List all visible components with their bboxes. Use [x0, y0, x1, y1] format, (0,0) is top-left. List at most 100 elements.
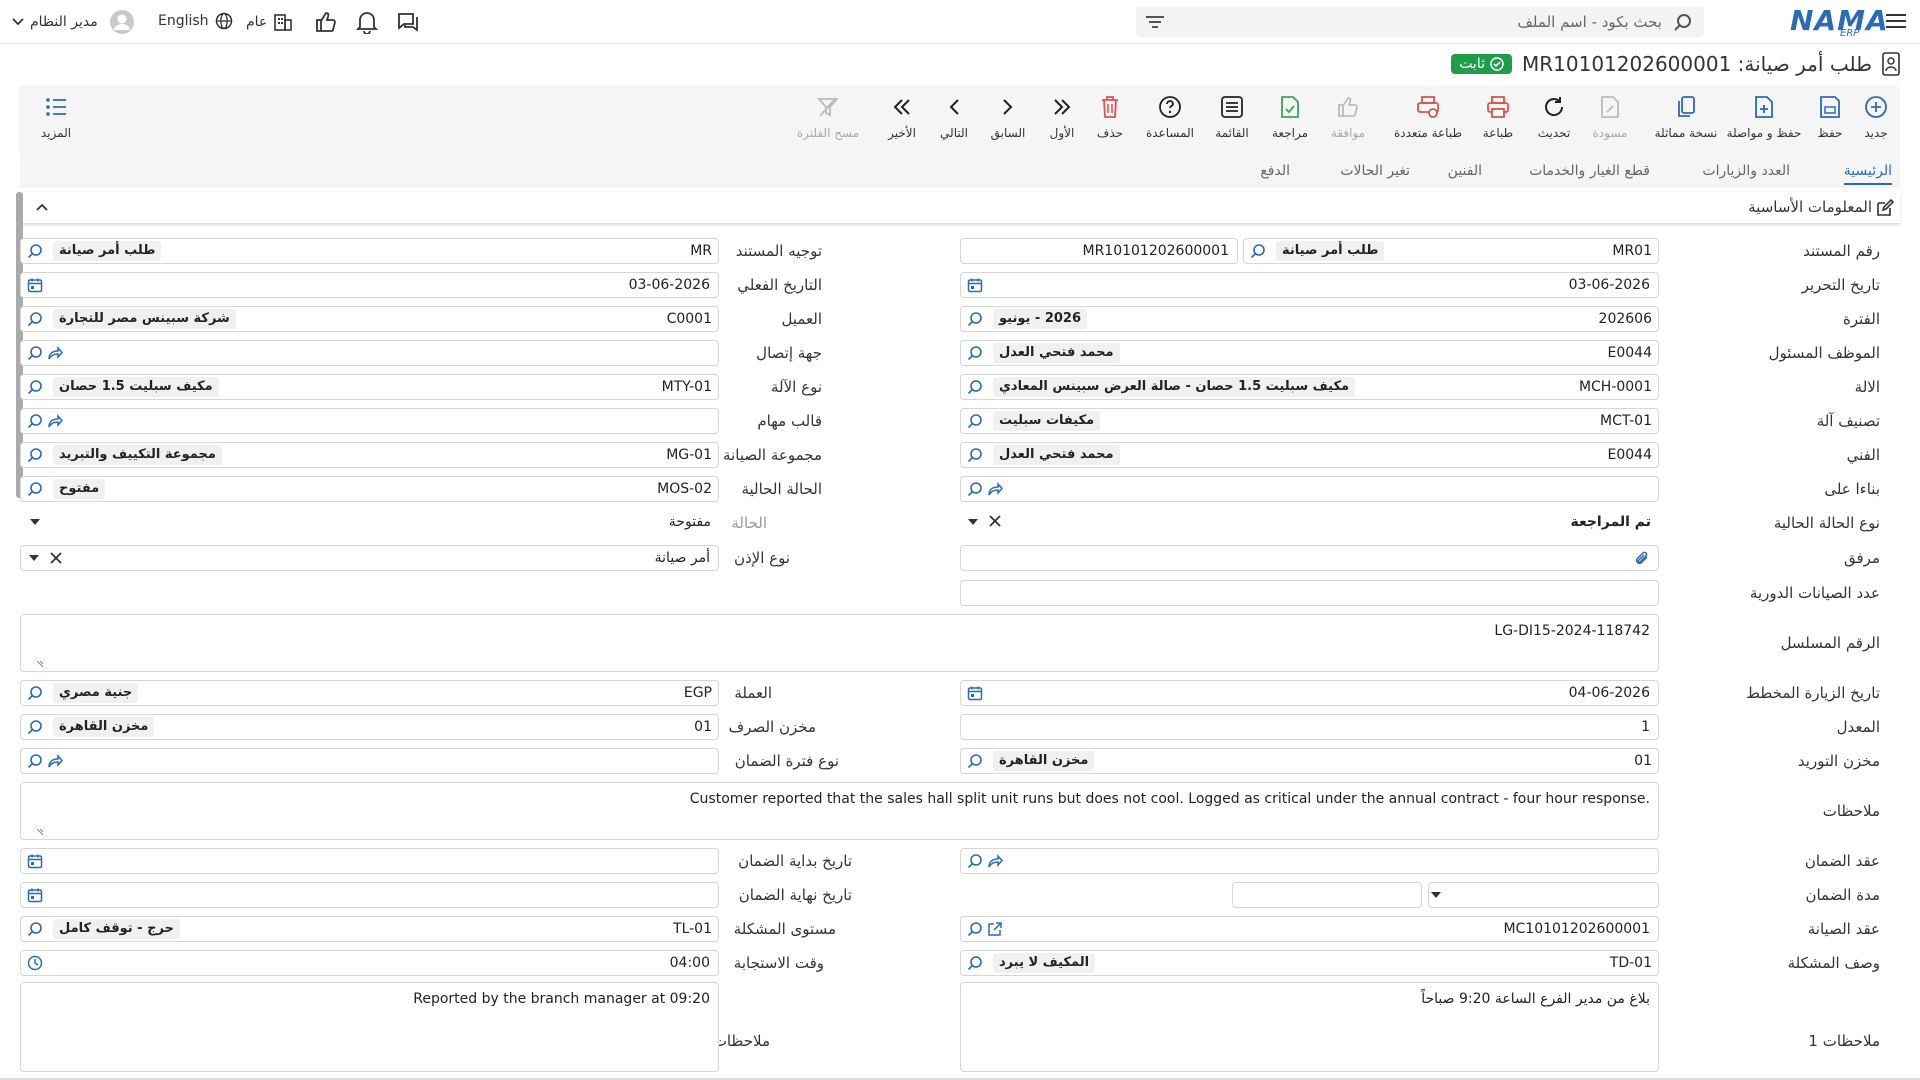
search-icon[interactable]	[27, 685, 43, 701]
warranty-period-value-field[interactable]	[1428, 882, 1659, 908]
calendar-icon[interactable]	[967, 277, 983, 293]
caret-down-icon[interactable]	[30, 518, 46, 534]
search-icon[interactable]	[967, 413, 983, 429]
calendar-icon[interactable]	[967, 685, 983, 701]
last-button[interactable]: الأخير	[870, 94, 934, 140]
language-selector[interactable]: English	[158, 12, 233, 30]
caret-down-icon[interactable]	[29, 554, 45, 570]
machine-class-field[interactable]: MCT-01 مكيفات سبليت	[960, 408, 1659, 434]
search-icon[interactable]	[967, 481, 983, 497]
nama-logo[interactable]: NAMA ERP	[1790, 4, 1888, 40]
hamburger-menu-icon[interactable]	[1886, 12, 1906, 30]
tab-technicians[interactable]: الفنين	[1448, 163, 1482, 179]
multi-print-button[interactable]: طباعة متعددة	[1386, 94, 1470, 140]
resize-grip-icon[interactable]	[37, 827, 45, 835]
share-icon[interactable]	[47, 413, 63, 429]
based-on-field[interactable]	[960, 476, 1659, 502]
technician-field[interactable]: E0044 محمد فتحي العدل	[960, 442, 1659, 468]
state-select[interactable]: مفتوحة	[20, 510, 719, 536]
period-field[interactable]: 202606 2026 - يونيو	[960, 306, 1659, 332]
clear-icon[interactable]	[988, 514, 1004, 530]
direction-field[interactable]: MR طلب أمر صيانة	[20, 238, 719, 264]
warranty-contract-field[interactable]	[960, 848, 1659, 874]
employee-field[interactable]: E0044 محمد فتحي العدل	[960, 340, 1659, 366]
tab-main[interactable]: الرئيسية	[1843, 163, 1892, 185]
search-icon[interactable]	[27, 921, 43, 937]
draft-button[interactable]: مسودة	[1578, 94, 1642, 140]
warranty-end-field[interactable]	[20, 882, 719, 908]
problem-desc-field[interactable]: TD-01 المكيف لا يبرد	[960, 950, 1659, 976]
thumbs-up-icon[interactable]	[314, 10, 338, 34]
search-icon[interactable]	[967, 379, 983, 395]
search-icon[interactable]	[967, 753, 983, 769]
print-button[interactable]: طباعة	[1466, 94, 1530, 140]
maintenance-contract-field[interactable]: MC10101202600001	[960, 916, 1659, 942]
paperclip-icon[interactable]	[1634, 550, 1650, 566]
company-selector[interactable]: عام	[246, 12, 293, 32]
planned-visit-field[interactable]: 04-06-2026	[960, 680, 1659, 706]
save-button[interactable]: حفظ	[1798, 94, 1862, 140]
save-continue-button[interactable]: حفظ و مواصلة	[1722, 94, 1806, 140]
calendar-icon[interactable]	[27, 887, 43, 903]
warranty-period-unit-select[interactable]	[1232, 882, 1441, 908]
status-type-select[interactable]: تم المراجعة	[960, 510, 1659, 536]
basic-info-section-header[interactable]: المعلومات الأساسية	[18, 192, 1900, 224]
task-template-field[interactable]	[20, 408, 719, 434]
bell-icon[interactable]	[356, 10, 378, 34]
warranty-start-field[interactable]	[20, 848, 719, 874]
current-status-field[interactable]: MOS-02 مفتوح	[20, 476, 719, 502]
search-icon[interactable]	[27, 311, 43, 327]
share-icon[interactable]	[47, 753, 63, 769]
chat-icon[interactable]	[396, 10, 420, 34]
customer-field[interactable]: C0001 شركة سبينس مصر للتجارة	[20, 306, 719, 332]
chevron-up-icon[interactable]	[36, 203, 48, 211]
calendar-icon[interactable]	[27, 853, 43, 869]
permit-type-select[interactable]: أمر صيانة	[20, 545, 719, 571]
search-icon[interactable]	[1674, 14, 1692, 32]
search-icon[interactable]	[967, 345, 983, 361]
share-icon[interactable]	[987, 481, 1003, 497]
list-button[interactable]: القائمة	[1200, 94, 1264, 140]
doc-number-field[interactable]: MR10101202600001	[960, 238, 1238, 264]
search-icon[interactable]	[27, 243, 43, 259]
issue-store-field[interactable]: 01 مخزن القاهرة	[20, 714, 719, 740]
clear-filter-button[interactable]: مسح الفلترة	[788, 94, 868, 140]
machine-type-field[interactable]: MTY-01 مكيف سبليت 1.5 حصان	[20, 374, 719, 400]
search-icon[interactable]	[27, 481, 43, 497]
global-search-input[interactable]: بحث بكود - اسم الملف	[1136, 7, 1704, 37]
share-icon[interactable]	[987, 853, 1003, 869]
clear-icon[interactable]	[49, 551, 65, 567]
search-icon[interactable]	[967, 921, 983, 937]
tab-spare-parts[interactable]: قطع الغيار والخدمات	[1529, 163, 1650, 179]
supply-store-field[interactable]: 01 مخزن القاهرة	[960, 748, 1659, 774]
machine-field[interactable]: MCH-0001 مكيف سبليت 1.5 حصان - صالة العر…	[960, 374, 1659, 400]
help-button[interactable]: المساعدة	[1138, 94, 1202, 140]
notes1-textarea[interactable]: بلاغ من مدير الفرع الساعة 9:20 صباحاً	[960, 982, 1659, 1072]
currency-field[interactable]: EGP جنية مصري	[20, 680, 719, 706]
search-icon[interactable]	[967, 447, 983, 463]
caret-down-icon[interactable]	[1431, 891, 1447, 907]
search-icon[interactable]	[967, 853, 983, 869]
maint-group-field[interactable]: MG-01 مجموعة التكييف والتبريد	[20, 442, 719, 468]
attachment-field[interactable]	[960, 545, 1659, 571]
search-icon[interactable]	[27, 753, 43, 769]
warranty-type-field[interactable]	[20, 748, 719, 774]
external-link-icon[interactable]	[987, 921, 1003, 937]
search-icon[interactable]	[27, 413, 43, 429]
search-icon[interactable]	[1250, 243, 1266, 259]
problem-level-field[interactable]: TL-01 حرج - توقف كامل	[20, 916, 719, 942]
user-menu[interactable]: مدير النظام	[12, 10, 134, 34]
approve-button[interactable]: موافقة	[1316, 94, 1380, 140]
calendar-icon[interactable]	[27, 277, 43, 293]
search-icon[interactable]	[27, 379, 43, 395]
actual-date-field[interactable]: 03-06-2026	[20, 272, 719, 298]
share-icon[interactable]	[47, 345, 63, 361]
notes2-textarea[interactable]: Reported by the branch manager at 09:20	[20, 982, 719, 1072]
resize-grip-icon[interactable]	[37, 659, 45, 667]
refresh-button[interactable]: تحديث	[1522, 94, 1586, 140]
response-time-field[interactable]: 04:00	[20, 950, 719, 976]
tab-payment[interactable]: الدفع	[1260, 163, 1290, 179]
issue-date-field[interactable]: 03-06-2026	[960, 272, 1659, 298]
more-button[interactable]: المزيد	[24, 94, 88, 140]
search-icon[interactable]	[967, 955, 983, 971]
